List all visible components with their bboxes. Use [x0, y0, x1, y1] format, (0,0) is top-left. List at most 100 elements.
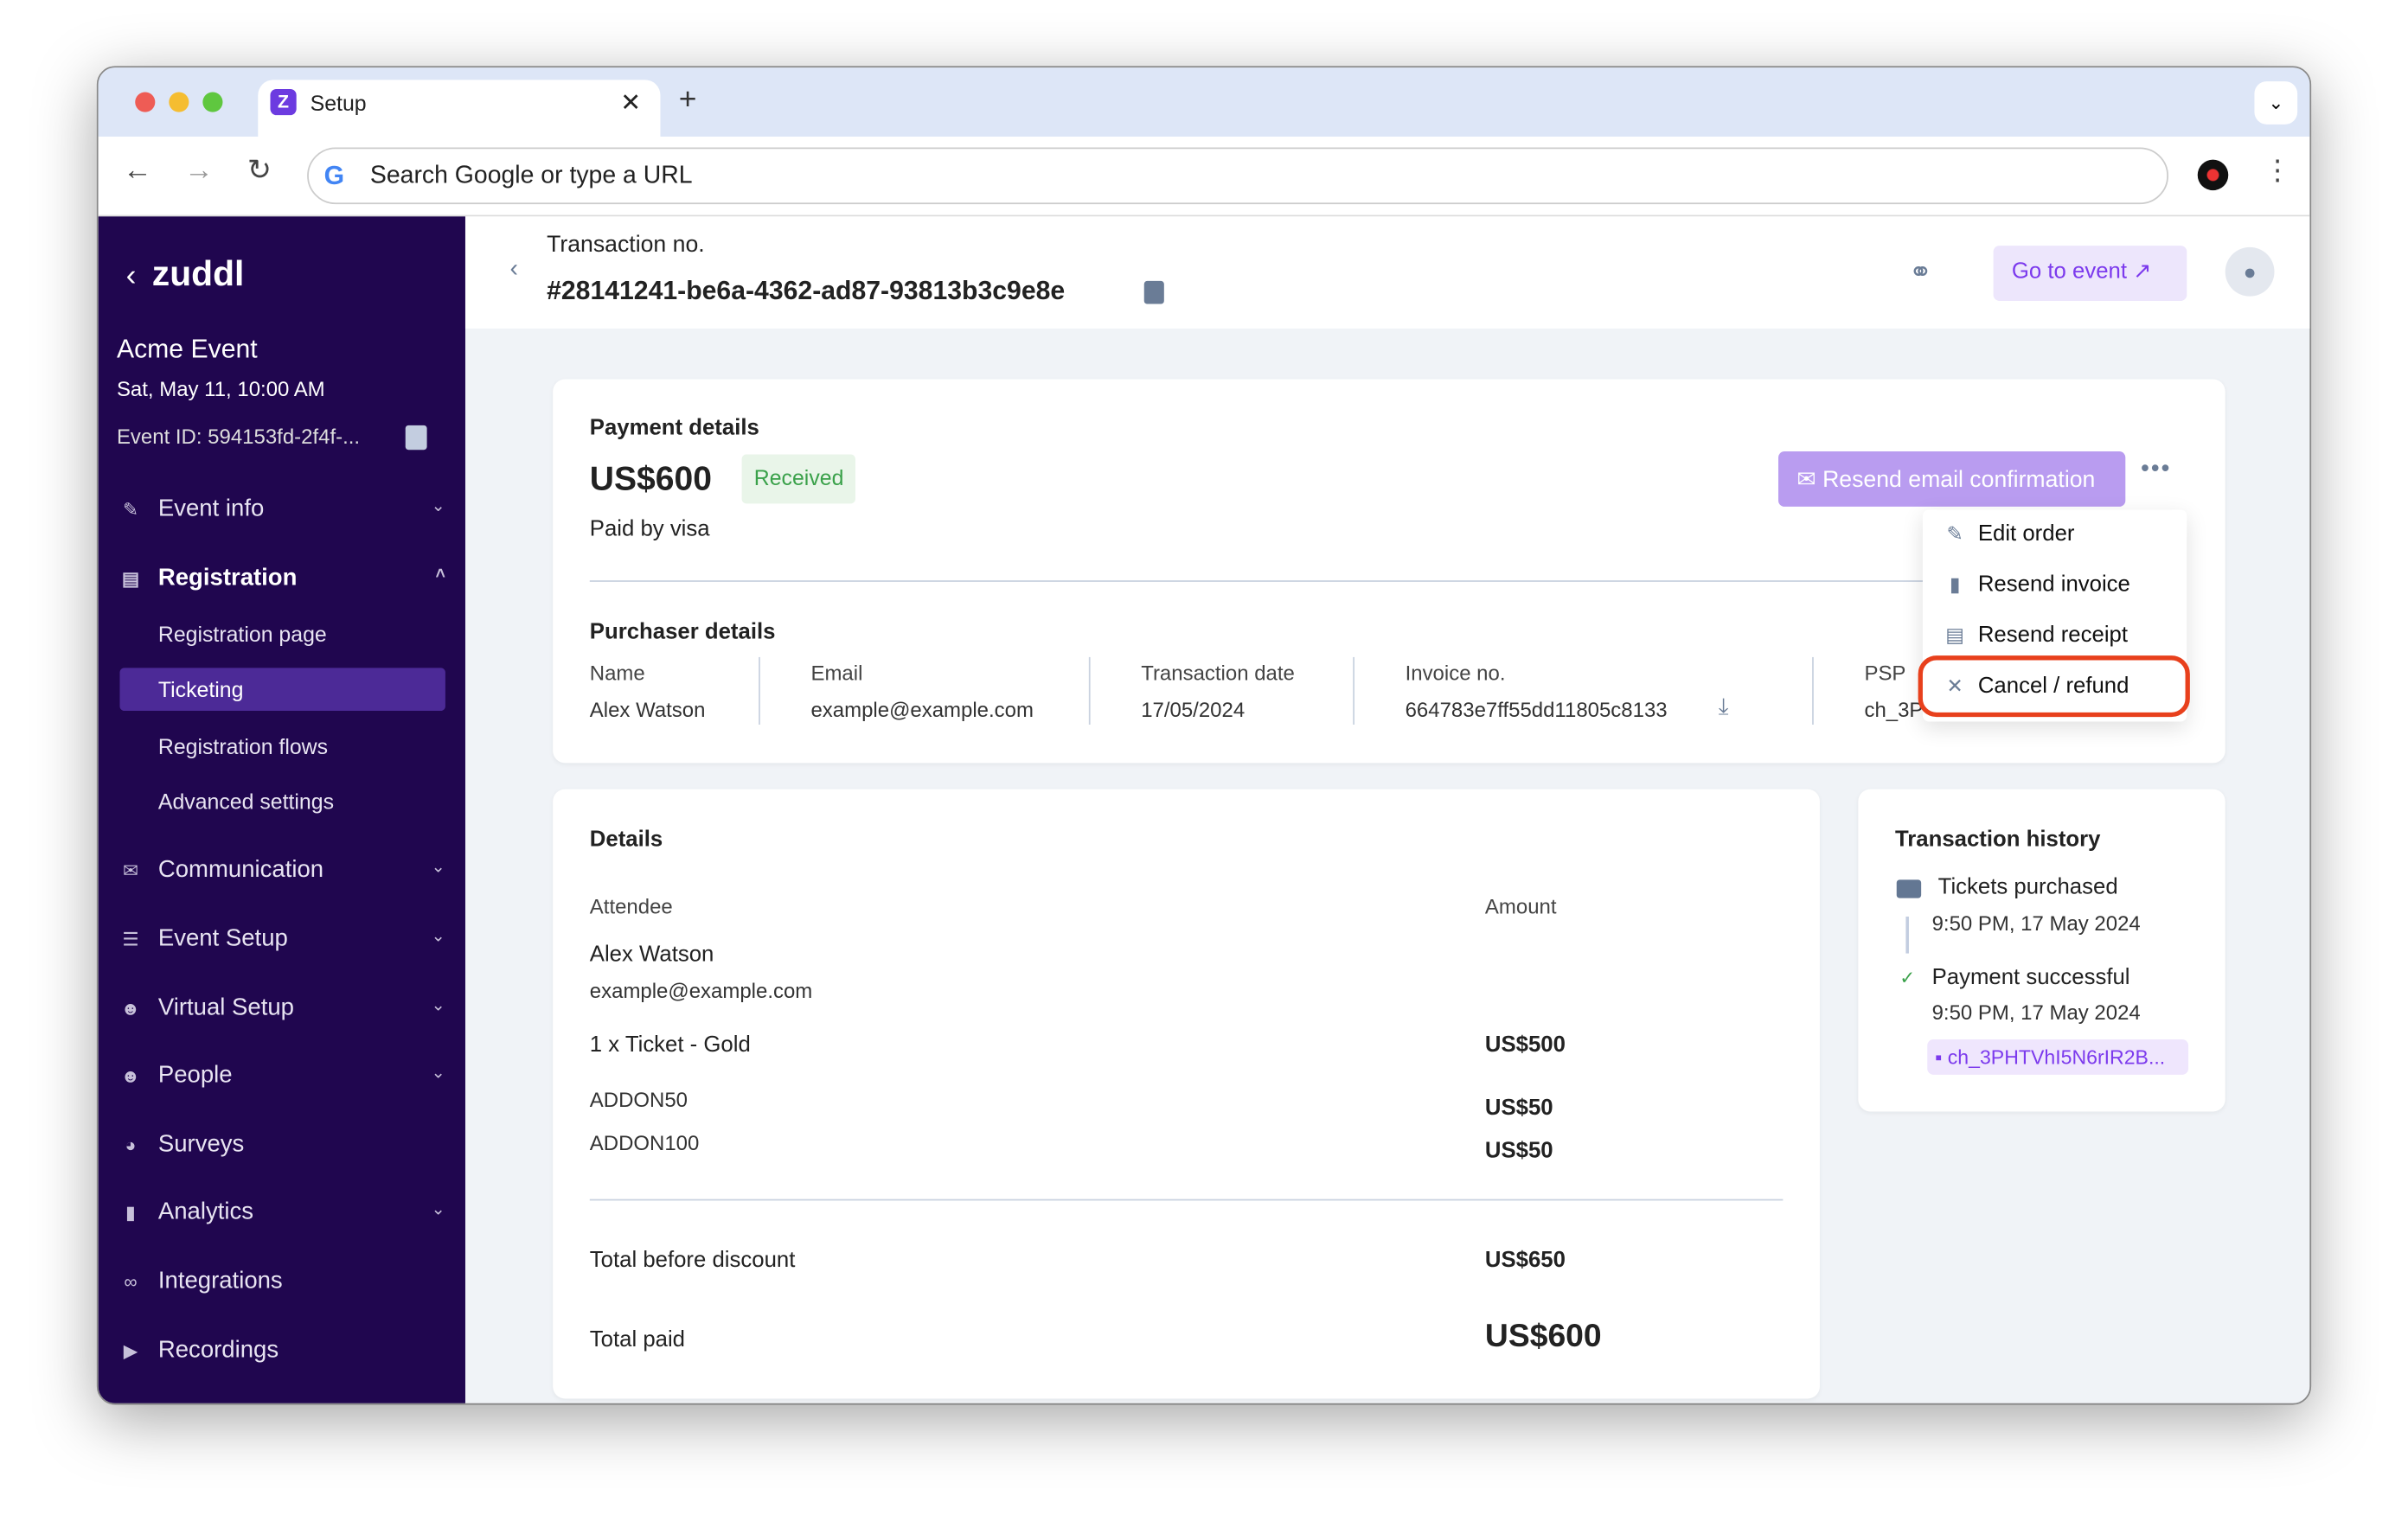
link-icon[interactable]: ⚭: [1909, 257, 1932, 289]
transaction-history-card: Transaction history Tickets purchased 9:…: [1858, 789, 2225, 1112]
transaction-date-label: Transaction date: [1141, 662, 1295, 685]
tab-search-chevron-icon[interactable]: ⌄: [2254, 81, 2298, 125]
mail-icon: ✉: [122, 860, 138, 882]
form-icon: ▤: [121, 567, 139, 590]
email-label: Email: [810, 662, 863, 685]
close-tab-icon[interactable]: ✕: [620, 87, 641, 118]
download-icon[interactable]: ⤓: [1719, 694, 1729, 720]
highlight-outline: [1918, 655, 2190, 718]
status-badge: Received: [741, 454, 856, 504]
line-item: ADDON50: [589, 1088, 688, 1112]
tab-bar: Z Setup ✕ + ⌄: [98, 67, 2310, 137]
sidebar-sub-advanced-settings[interactable]: Advanced settings: [119, 780, 445, 823]
sidebar-sub-ticketing[interactable]: Ticketing: [119, 668, 445, 712]
browser-toolbar: ← → ↻ G Search Google or type a URL ⋮: [98, 137, 2310, 217]
sidebar-item-event-info[interactable]: ✎ Event info ⌄: [119, 489, 445, 533]
sidebar-item-people[interactable]: ☻ People ⌄: [119, 1057, 445, 1100]
sidebar-item-recordings[interactable]: ▶ Recordings: [119, 1331, 445, 1374]
address-placeholder: Search Google or type a URL: [369, 163, 693, 189]
divider: [589, 1198, 1784, 1201]
address-bar[interactable]: G Search Google or type a URL: [307, 147, 2169, 205]
receipt-icon: ▤: [1945, 623, 1965, 647]
copy-icon: ▪: [1935, 1045, 1943, 1069]
charge-id-chip[interactable]: ▪ ch_3PHTVhI5N6rIR2B...: [1927, 1039, 2189, 1075]
play-icon: ▶: [123, 1340, 138, 1362]
zuddl-favicon-icon: Z: [270, 88, 297, 116]
copy-icon[interactable]: [1143, 280, 1164, 304]
transaction-label: Transaction no.: [547, 232, 705, 259]
resend-email-confirmation-button[interactable]: ✉ Resend email confirmation: [1778, 451, 2126, 507]
sidebar-item-virtual-setup[interactable]: ☻ Virtual Setup ⌄: [119, 988, 445, 1032]
details-card: Details Attendee Amount Alex Watson exam…: [553, 789, 1820, 1399]
sidebar-item-communication[interactable]: ✉ Communication ⌄: [119, 851, 445, 894]
menu-item-edit-order[interactable]: ✎ Edit order: [1923, 513, 2187, 559]
magic-wand-icon: ✎: [122, 499, 138, 521]
attendee-name: Alex Watson: [589, 943, 714, 968]
copy-icon[interactable]: [405, 425, 427, 451]
back-icon[interactable]: ←: [123, 155, 152, 189]
external-arrow-icon: ↗: [2133, 259, 2152, 284]
purchaser-details-title: Purchaser details: [589, 620, 776, 645]
psp-value: ch_3P: [1864, 698, 1924, 722]
forward-icon[interactable]: →: [184, 155, 214, 189]
reload-icon[interactable]: ↻: [247, 154, 272, 189]
total-before-discount-label: Total before discount: [589, 1248, 796, 1273]
line-item: ADDON100: [589, 1131, 700, 1155]
user-avatar[interactable]: ●: [2225, 246, 2275, 297]
details-title: Details: [589, 827, 663, 853]
back-to-events-icon[interactable]: ‹: [126, 259, 137, 295]
close-window-button[interactable]: [135, 92, 156, 112]
menu-item-resend-invoice[interactable]: ▮ Resend invoice: [1923, 564, 2187, 610]
sidebar-item-surveys[interactable]: ◕ Surveys: [119, 1125, 445, 1168]
bar-chart-icon: ▮: [125, 1202, 136, 1224]
line-amount: US$50: [1484, 1096, 1553, 1122]
total-before-discount: US$650: [1484, 1248, 1566, 1273]
chevron-down-icon: ⌄: [431, 1200, 445, 1219]
payment-amount: US$600: [589, 458, 712, 498]
line-amount: US$50: [1484, 1139, 1553, 1164]
attendee-email: example@example.com: [589, 979, 813, 1003]
history-event-label: Tickets purchased: [1937, 875, 2118, 900]
name-value: Alex Watson: [589, 698, 706, 722]
browser-tab[interactable]: Z Setup ✕: [258, 80, 661, 137]
browser-menu-icon[interactable]: ⋮: [2264, 155, 2291, 187]
transaction-id: #28141241-be6a-4362-ad87-93813b3c9e8e: [547, 276, 1066, 306]
chevron-down-icon: ⌄: [431, 497, 445, 516]
paid-by: Paid by visa: [589, 517, 710, 542]
line-amount: US$500: [1484, 1032, 1566, 1058]
sidebar-item-event-setup[interactable]: ☰ Event Setup ⌄: [119, 920, 445, 963]
back-icon[interactable]: ‹: [509, 257, 517, 284]
profile-avatar-icon[interactable]: [2197, 159, 2229, 191]
minimize-window-button[interactable]: [169, 92, 189, 112]
chevron-up-icon: ˄: [435, 565, 445, 584]
invoice-label: Invoice no.: [1405, 662, 1506, 685]
menu-item-resend-receipt[interactable]: ▤ Resend receipt: [1923, 614, 2187, 660]
more-options-icon[interactable]: •••: [2141, 456, 2171, 483]
pdf-icon: ▮: [1949, 572, 1961, 596]
sidebar: ‹ zuddl Acme Event Sat, May 11, 10:00 AM…: [98, 216, 465, 1403]
new-tab-icon[interactable]: +: [679, 83, 697, 118]
sidebar-item-registration[interactable]: ▤ Registration ˄: [119, 559, 445, 602]
attendee-column-header: Attendee: [589, 895, 673, 918]
sidebar-sub-registration-flows[interactable]: Registration flows: [119, 725, 445, 768]
event-name: Acme Event: [116, 335, 258, 364]
sidebar-item-analytics[interactable]: ▮ Analytics ⌄: [119, 1193, 445, 1237]
page-header: ‹ Transaction no. #28141241-be6a-4362-ad…: [464, 216, 2310, 329]
total-paid: US$600: [1484, 1319, 1602, 1354]
charge-id: ch_3PHTVhI5N6rIR2B...: [1947, 1045, 2166, 1069]
go-to-event-button[interactable]: Go to event ↗: [1993, 246, 2187, 301]
link-icon: ∞: [124, 1271, 138, 1293]
history-event-label: Payment successful: [1931, 965, 2130, 991]
mail-send-icon: ✉: [1796, 466, 1816, 493]
email-value: example@example.com: [810, 698, 1034, 722]
maximize-window-button[interactable]: [202, 92, 223, 112]
check-icon: ✓: [1899, 967, 1916, 989]
sidebar-sub-registration-page[interactable]: Registration page: [119, 612, 445, 655]
browser-window: Z Setup ✕ + ⌄ ← → ↻ G Search Google or t…: [96, 66, 2312, 1405]
event-date: Sat, May 11, 10:00 AM: [116, 377, 325, 401]
chevron-down-icon: ⌄: [431, 1064, 445, 1083]
people-icon: ☻: [120, 1065, 141, 1088]
transaction-history-title: Transaction history: [1894, 827, 2101, 853]
zuddl-logo[interactable]: zuddl: [152, 253, 245, 295]
sidebar-item-integrations[interactable]: ∞ Integrations: [119, 1262, 445, 1305]
